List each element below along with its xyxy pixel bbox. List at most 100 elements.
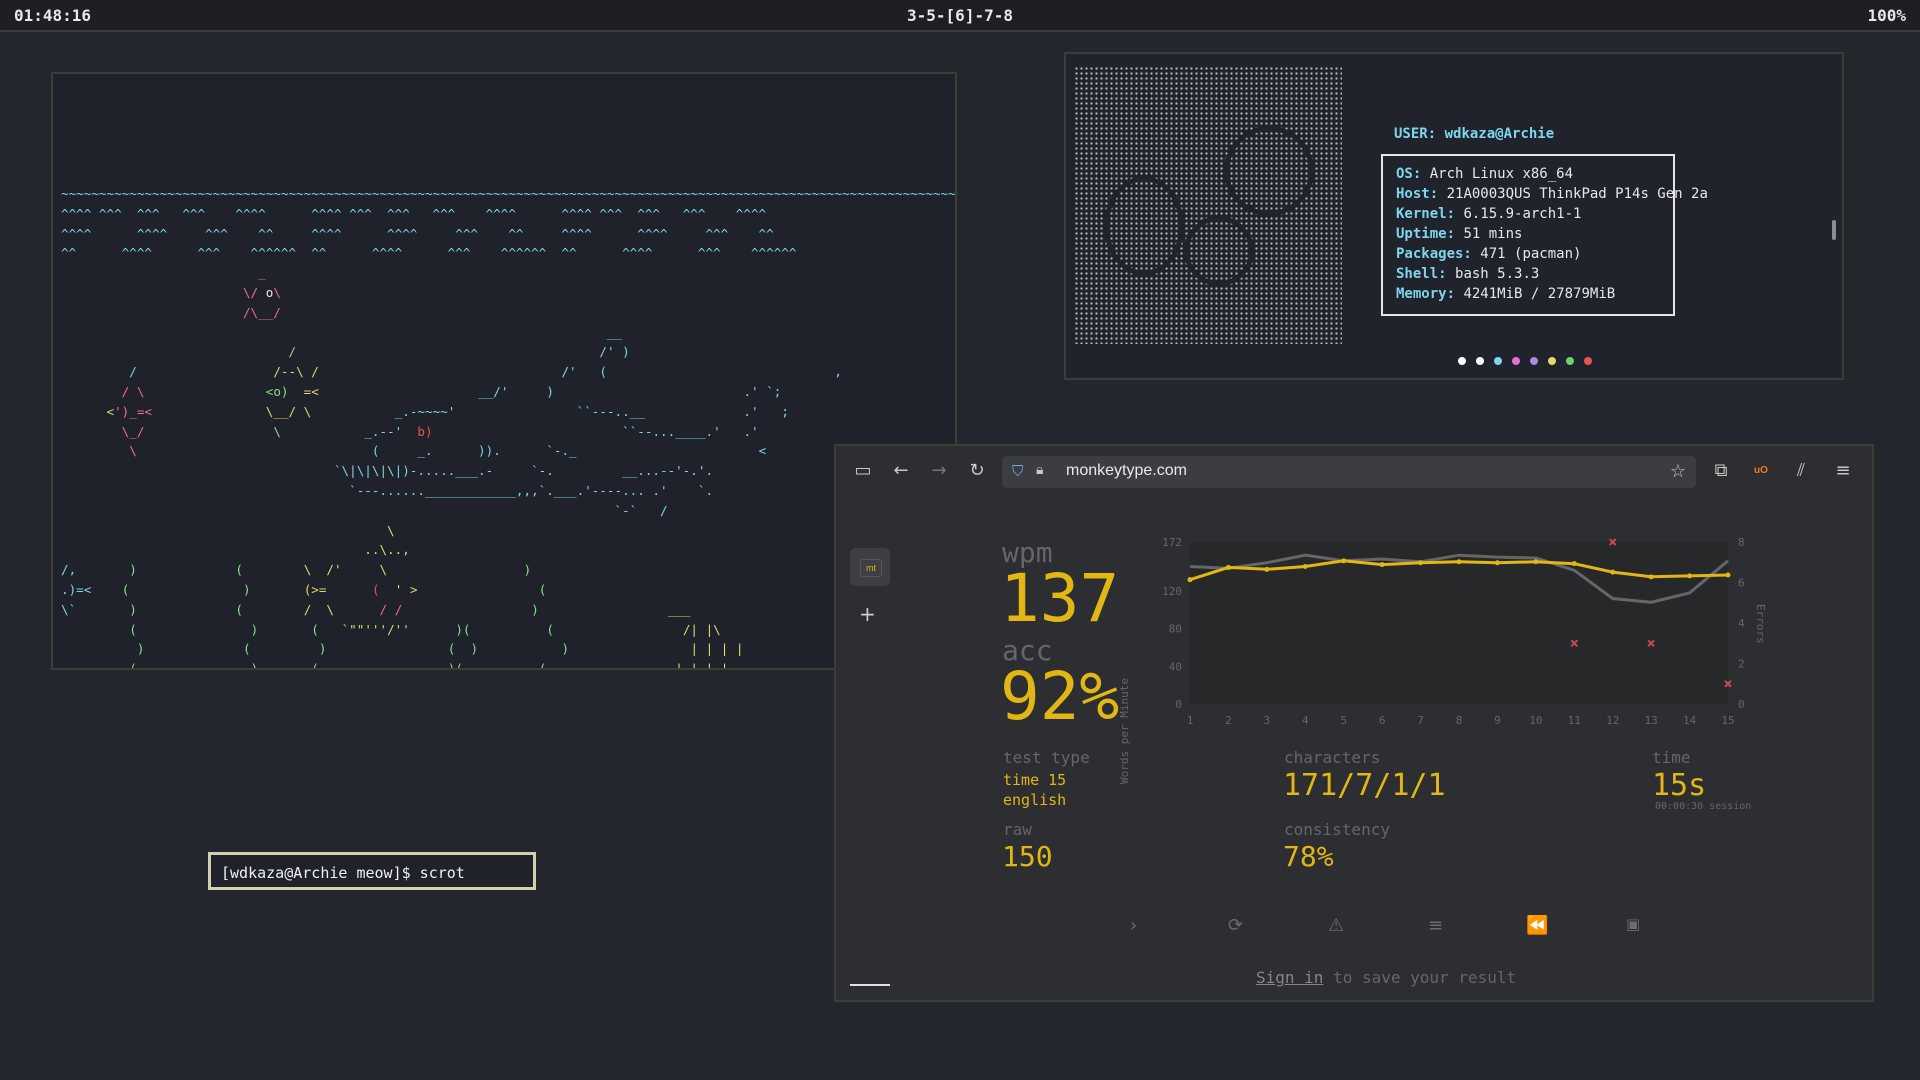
user-label: USER: [1394, 126, 1437, 142]
palette-dot [1566, 357, 1574, 365]
fetch-row-shell: Shell: bash 5.3.3 [1396, 266, 1540, 282]
chart-y2label: Errors [1754, 604, 1767, 644]
test-type-mode: time 15 [1003, 771, 1067, 789]
wpm-point [1456, 559, 1462, 565]
browser-toolbar: ▭ ← → ↻ ⛉ 🔒︎ monkeytype.com ☆ ⧉ uO ⫽ ≡ [836, 446, 1872, 498]
palette-dot [1494, 357, 1502, 365]
x-tick-label: 6 [1379, 714, 1386, 727]
x-tick-label: 10 [1529, 714, 1542, 727]
fetch-row-uptime: Uptime: 51 mins [1396, 226, 1523, 242]
wpm-point [1302, 563, 1308, 569]
consistency-value: 78% [1283, 840, 1334, 873]
user-value: wdkaza@Archie [1444, 126, 1555, 142]
browser-sidebar: mt + » [836, 498, 896, 1000]
characters-value: 171/7/1/1 [1283, 768, 1446, 803]
palette-dot [1458, 357, 1466, 365]
library-icon[interactable]: ⫽ [1788, 458, 1814, 484]
words-history-icon[interactable]: ≡ [1428, 915, 1443, 936]
fetch-user: USER: wdkaza@Archie [1394, 126, 1554, 142]
tab-monkeytype[interactable]: mt [850, 548, 890, 586]
prompt-text: [wdkaza@Archie meow]$ scrot [221, 864, 465, 882]
forward-icon[interactable]: → [926, 458, 952, 484]
battery-level: 100% [1867, 6, 1906, 25]
session-time: 00:00:30 session [1655, 801, 1752, 812]
screenshot-icon[interactable]: ▣ [1626, 915, 1640, 933]
terminal-prompt[interactable]: [wdkaza@Archie meow]$ scrot [208, 852, 536, 890]
scrollbar[interactable] [1832, 220, 1836, 240]
fetch-row-os: OS: Arch Linux x86_64 [1396, 166, 1574, 182]
y-tick-label: 120 [1162, 585, 1182, 598]
wpm-point [1264, 566, 1270, 572]
palette-dot [1476, 357, 1484, 365]
warning-icon[interactable]: ⚠ [1328, 915, 1344, 936]
wpm-point [1341, 558, 1347, 564]
wpm-point [1725, 572, 1731, 578]
plot-area [1190, 542, 1728, 704]
acc-value: 92% [1000, 658, 1120, 735]
new-tab-icon[interactable]: + [859, 602, 876, 626]
fetch-row-host: Host: 21A0003QUS ThinkPad P14s Gen 2a [1396, 186, 1708, 202]
fetch-info-frame-bottom [1381, 312, 1675, 316]
x-tick-label: 5 [1340, 714, 1347, 727]
x-tick-label: 7 [1417, 714, 1424, 727]
bookmark-star-icon[interactable]: ☆ [1670, 461, 1686, 482]
palette-dot [1584, 357, 1592, 365]
y2-tick-label: 2 [1738, 658, 1745, 671]
characters-label: characters [1284, 748, 1381, 767]
y-tick-label: 0 [1175, 698, 1182, 711]
x-tick-label: 15 [1721, 714, 1734, 727]
ublock-icon[interactable]: uO [1748, 458, 1774, 484]
test-type-label: test type [1003, 748, 1090, 767]
x-tick-label: 12 [1606, 714, 1619, 727]
back-icon[interactable]: ← [888, 458, 914, 484]
lock-icon[interactable]: 🔒︎ [1036, 462, 1043, 478]
sidebar-divider [850, 984, 890, 986]
reload-icon[interactable]: ↻ [964, 458, 990, 484]
x-tick-label: 8 [1456, 714, 1463, 727]
palette-dot [1548, 357, 1556, 365]
wpm-point [1187, 577, 1193, 583]
terminal-asciiquarium[interactable]: ~~~~~~~~~~~~~~~~~~~~~~~~~~~~~~~~~~~~~~~~… [51, 72, 957, 670]
restart-icon[interactable]: ⟳ [1228, 915, 1243, 936]
replay-icon[interactable]: ⏪ [1526, 915, 1548, 936]
sidebar-toggle-icon[interactable]: ▭ [850, 458, 876, 484]
wpm-value: 137 [1000, 560, 1120, 637]
x-tick-label: 4 [1302, 714, 1309, 727]
raw-label: raw [1003, 820, 1032, 839]
signin-link[interactable]: Sign in [1256, 968, 1323, 987]
wpm-point [1571, 561, 1577, 567]
address-bar[interactable]: ⛉ 🔒︎ monkeytype.com ☆ [1002, 456, 1696, 488]
x-tick-label: 14 [1683, 714, 1697, 727]
y2-tick-label: 8 [1738, 536, 1745, 549]
wpm-point [1379, 562, 1385, 568]
wpm-point [1225, 564, 1231, 570]
x-tick-label: 9 [1494, 714, 1501, 727]
palette-dot [1512, 357, 1520, 365]
consistency-label: consistency [1284, 820, 1390, 839]
status-bar: 01:48:16 3-5-[6]-7-8 100% [0, 0, 1920, 32]
ascii-art-logo [1074, 66, 1342, 344]
wpm-point [1687, 573, 1693, 579]
next-test-icon[interactable]: › [1130, 915, 1137, 936]
palette-dot [1530, 357, 1538, 365]
extensions-icon[interactable]: ⧉ [1708, 458, 1734, 484]
shield-icon[interactable]: ⛉ [1012, 462, 1023, 480]
raw-value: 150 [1002, 840, 1053, 873]
workspace-indicator[interactable]: 3-5-[6]-7-8 [0, 6, 1920, 25]
monkeytype-favicon: mt [860, 559, 882, 577]
wpm-point [1533, 559, 1539, 565]
wpm-point [1494, 560, 1500, 566]
color-palette [1458, 350, 1602, 369]
menu-icon[interactable]: ≡ [1830, 458, 1856, 484]
time-label: time [1652, 748, 1691, 767]
wpm-point [1610, 569, 1616, 575]
x-tick-label: 1 [1187, 714, 1194, 727]
signin-message: Sign in to save your result [1256, 968, 1516, 987]
y-tick-label: 40 [1169, 660, 1182, 673]
url-text[interactable]: monkeytype.com [1066, 462, 1187, 480]
y2-tick-label: 6 [1738, 577, 1745, 590]
y-tick-label: 172 [1162, 536, 1182, 549]
wpm-chart: 04080120172024681 2 3 4 5 6 7 8 9 10 11 12 13 14 15 [1162, 536, 1745, 727]
y2-tick-label: 4 [1738, 617, 1745, 630]
wpm-point [1418, 560, 1424, 566]
